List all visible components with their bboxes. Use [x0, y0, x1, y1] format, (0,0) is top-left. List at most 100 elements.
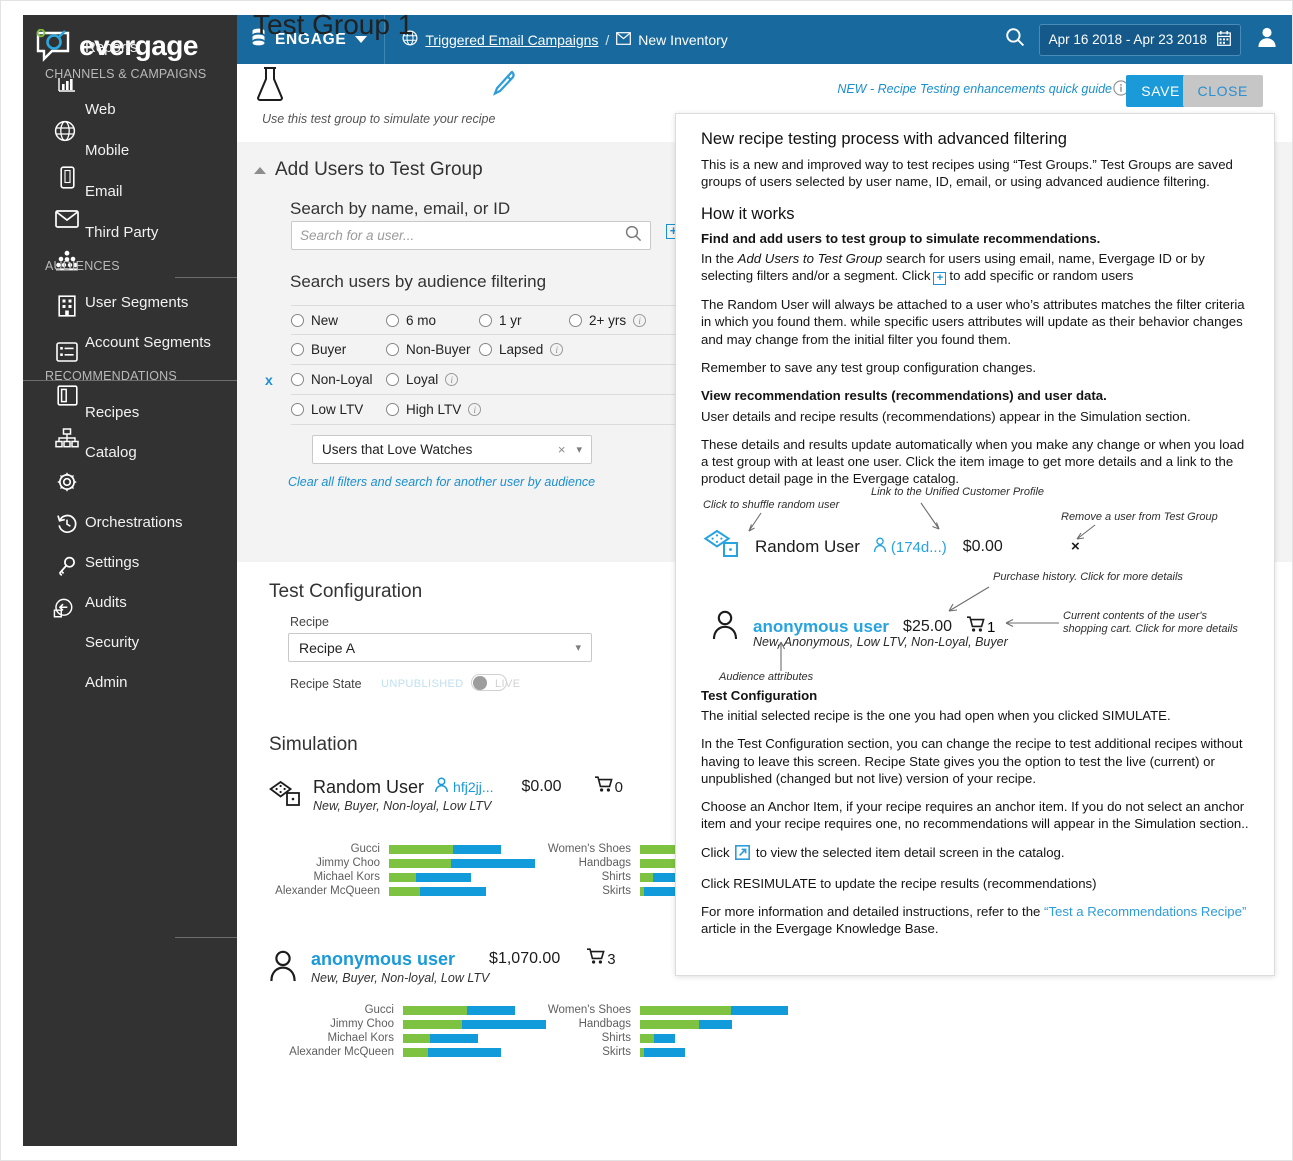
recipe-select[interactable]: Recipe A ▾: [288, 633, 592, 662]
overlay-annotated-diagram: Click to shuffle random user Link to the…: [701, 486, 1250, 683]
user-avatar-icon[interactable]: [1255, 25, 1279, 54]
diagram-user-amount: $0.00: [962, 538, 1003, 556]
clear-filters-link[interactable]: Clear all filters and search for another…: [288, 475, 595, 489]
person-icon[interactable]: [268, 950, 298, 987]
filter-option-lapsed[interactable]: Lapsed i: [479, 342, 564, 357]
radio-icon[interactable]: [386, 343, 399, 356]
info-icon[interactable]: i: [468, 403, 482, 416]
sidebar-item-admin[interactable]: Admin: [85, 674, 128, 691]
sidebar-item-web[interactable]: Web: [85, 101, 116, 118]
evergage-logo-icon: [35, 28, 73, 63]
add-users-section-header[interactable]: Add Users to Test Group: [254, 159, 483, 181]
sidebar-section-channels: CHANNELS & CAMPAIGNS: [45, 67, 207, 81]
diagram-remove-x: ×: [1071, 537, 1080, 555]
bar-row: Jimmy Choo: [260, 1017, 563, 1031]
clear-segment-icon[interactable]: ×: [558, 442, 566, 457]
bar-label: Skirts: [602, 885, 631, 897]
filter-label: Non-Loyal: [311, 372, 373, 387]
user-purchase-amount[interactable]: $1,070.00: [489, 950, 560, 968]
recipe-state-label: Recipe State: [290, 677, 362, 691]
filter-label: High LTV: [406, 402, 462, 417]
radio-icon[interactable]: [291, 343, 304, 356]
quick-guide-link[interactable]: NEW - Recipe Testing enhancements quick …: [837, 82, 1112, 96]
bar-segment-green: [389, 844, 453, 854]
user-name-link[interactable]: anonymous user: [311, 949, 455, 970]
bar-row: Alexander McQueen: [260, 1045, 563, 1059]
filter-option-loyal[interactable]: Loyal i: [386, 372, 459, 387]
filter-row-ltv: Low LTV High LTV i: [291, 395, 681, 425]
radio-icon[interactable]: [479, 313, 492, 327]
dice-icon[interactable]: [268, 780, 302, 815]
cart-icon[interactable]: [594, 776, 613, 798]
sidebar-item-account-segments[interactable]: Account Segments: [85, 334, 211, 351]
overlay-view-heading: View recommendation results (recommendat…: [701, 388, 1107, 404]
sidebar-item-third-party[interactable]: Third Party: [85, 224, 158, 241]
bar-segment-blue: [430, 1033, 478, 1043]
segment-value: Users that Love Watches: [322, 442, 473, 457]
filter-option-6mo[interactable]: 6 mo: [386, 313, 479, 328]
search-input[interactable]: [300, 228, 625, 243]
info-icon[interactable]: i: [633, 313, 647, 327]
sidebar-item-user-segments[interactable]: User Segments: [85, 294, 188, 311]
breadcrumb-parent-link[interactable]: Triggered Email Campaigns: [425, 32, 598, 48]
filter-option-1yr[interactable]: 1 yr: [479, 313, 569, 328]
breadcrumb-current: New Inventory: [638, 31, 728, 48]
search-icon[interactable]: [625, 225, 642, 247]
filter-option-buyer[interactable]: Buyer: [291, 342, 386, 357]
radio-icon[interactable]: [386, 373, 399, 386]
radio-icon[interactable]: [386, 403, 399, 416]
user-purchase-amount[interactable]: $0.00: [522, 778, 562, 796]
overlay-tc-paragraph-1: The initial selected recipe is the one y…: [701, 707, 1171, 723]
chevron-down-icon[interactable]: ▾: [575, 641, 581, 654]
radio-icon[interactable]: [291, 373, 304, 386]
info-icon[interactable]: i: [550, 343, 564, 356]
sidebar-section-audiences: AUDIENCES: [45, 259, 120, 273]
sidebar-item-mobile[interactable]: Mobile: [85, 142, 129, 159]
cart-icon[interactable]: [586, 948, 605, 970]
sidebar-item-catalog[interactable]: Catalog: [85, 444, 137, 461]
sidebar-item-settings[interactable]: Settings: [85, 554, 139, 571]
close-button[interactable]: CLOSE: [1182, 75, 1263, 107]
bar-segment-green: [389, 858, 451, 868]
radio-icon[interactable]: [569, 313, 582, 327]
edit-pencil-icon[interactable]: [490, 70, 517, 103]
radio-icon[interactable]: [291, 403, 304, 416]
filter-option-non-loyal[interactable]: Non-Loyal: [291, 372, 386, 387]
radio-icon[interactable]: [479, 343, 492, 356]
sidebar-item-orchestrations[interactable]: Orchestrations: [85, 514, 183, 531]
bar-row: Skirts: [520, 1045, 800, 1059]
sidebar-item-security[interactable]: Security: [85, 634, 139, 651]
list-icon: [55, 340, 79, 364]
search-icon[interactable]: [1005, 27, 1025, 52]
radio-icon[interactable]: [386, 313, 399, 327]
add-plus-icon: +: [933, 272, 947, 286]
chart-anonymous-user-brands: Gucci Jimmy Choo Michael Kors Alexander …: [260, 1003, 563, 1059]
filter-option-2plusyrs[interactable]: 2+ yrs i: [569, 313, 647, 328]
chevron-down-icon[interactable]: ▾: [576, 443, 582, 456]
filter-label: 1 yr: [499, 312, 522, 328]
app-window: evergage Reports CHANNELS & CAMPAIGNS We…: [0, 0, 1293, 1161]
sidebar-item-audits[interactable]: Audits: [85, 594, 127, 611]
filter-option-non-buyer[interactable]: Non-Buyer: [386, 342, 479, 357]
filter-option-high-ltv[interactable]: High LTV i: [386, 402, 482, 417]
filter-option-new[interactable]: New: [291, 313, 386, 328]
sidebar-item-reports[interactable]: Reports: [85, 39, 138, 56]
collapse-caret-icon: [254, 166, 266, 174]
bar-row: Shirts: [520, 1031, 800, 1045]
clear-row-x[interactable]: x: [265, 372, 273, 388]
info-icon[interactable]: i: [445, 373, 459, 386]
overlay-find-heading: Find and add users to test group to simu…: [701, 230, 1101, 246]
radio-icon[interactable]: [291, 313, 304, 327]
history-icon: [55, 512, 79, 536]
filter-row-tenure: New 6 mo 1 yr 2+ yrs i: [291, 305, 681, 335]
date-range-picker[interactable]: Apr 16 2018 - Apr 23 2018: [1038, 23, 1241, 56]
overlay-tc-paragraph-3: Choose an Anchor Item, if your recipe re…: [701, 799, 1249, 832]
sidebar-item-recipes[interactable]: Recipes: [85, 404, 139, 421]
search-input-wrapper[interactable]: [291, 221, 651, 250]
sidebar-item-email[interactable]: Email: [85, 183, 123, 200]
filter-option-low-ltv[interactable]: Low LTV: [291, 402, 386, 417]
segment-select[interactable]: Users that Love Watches × ▾: [312, 435, 592, 464]
user-id-link[interactable]: hfj2jj...: [453, 779, 493, 795]
kb-article-link[interactable]: “Test a Recommendations Recipe”: [1044, 904, 1246, 919]
sidebar-divider-1: [175, 277, 237, 278]
